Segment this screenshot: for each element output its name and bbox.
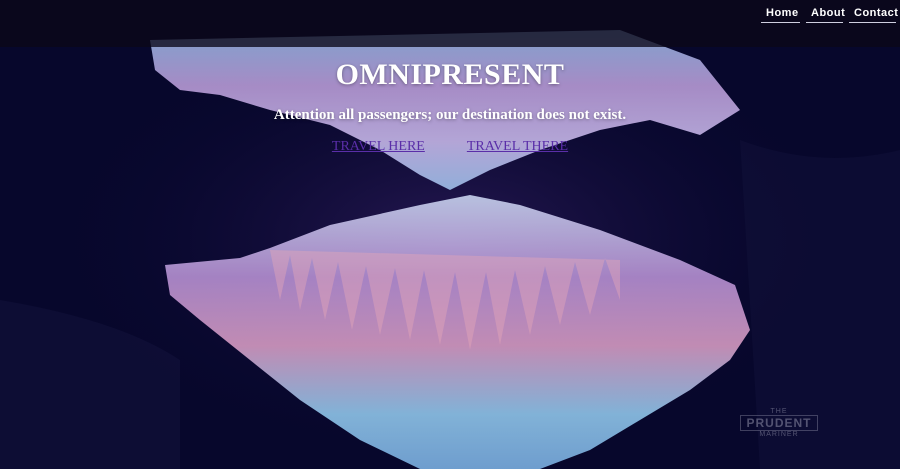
travel-links: TRAVEL HERE TRAVEL THERE (0, 139, 900, 155)
nav-link-about[interactable]: About (806, 4, 845, 23)
page: Home About Contact OMNIPRESENT Attention… (0, 0, 900, 469)
watermark-main-text: PRUDENT (740, 415, 818, 431)
travel-there-link[interactable]: TRAVEL THERE (467, 139, 568, 155)
nav-link-home[interactable]: Home (761, 4, 800, 23)
page-title: OMNIPRESENT (335, 58, 565, 91)
nav-menu: Home About Contact (761, 4, 898, 23)
nav-link-contact[interactable]: Contact (849, 4, 898, 23)
travel-here-link[interactable]: TRAVEL HERE (332, 139, 425, 155)
hero-section: OMNIPRESENT Attention all passengers; ou… (0, 58, 900, 155)
top-navigation-bar: Home About Contact (0, 0, 900, 47)
watermark-bottom-text: MARINER (759, 431, 799, 438)
page-subtitle: Attention all passengers; our destinatio… (273, 107, 627, 123)
watermark-top-text: THE (770, 408, 788, 415)
watermark-logo: THE PRUDENT MARINER (740, 408, 818, 450)
